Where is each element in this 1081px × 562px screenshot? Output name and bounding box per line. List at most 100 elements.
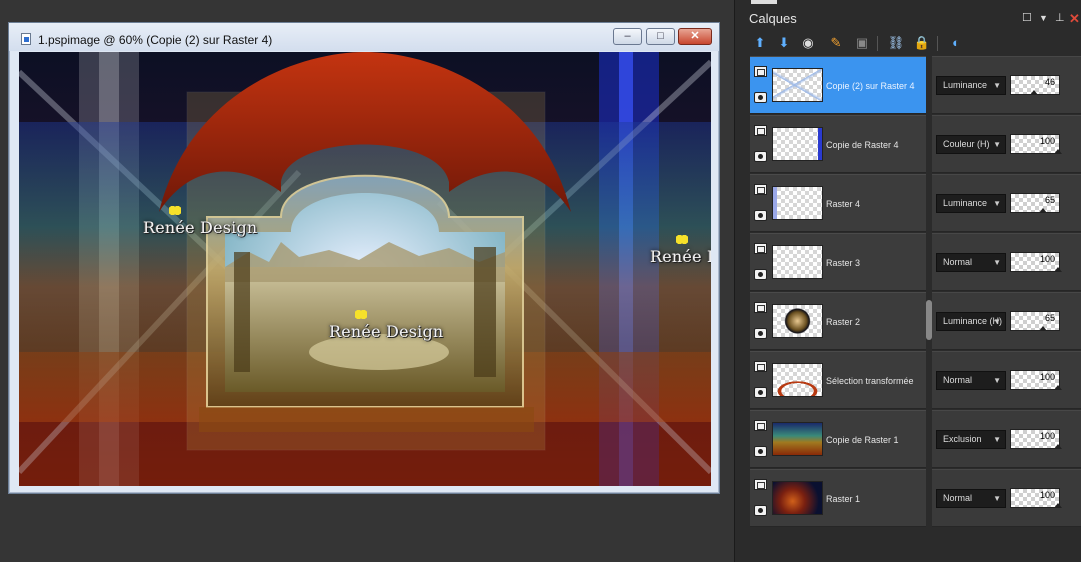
layers-panel: Calques ☐ ▼ ⊥ ✕ ⬆ ⬇ ◉ ✎ ▣ ⛓ 🔒 ◐ Copie (2…: [734, 0, 1081, 562]
opacity-value: 100: [1039, 431, 1055, 441]
eye-icon[interactable]: [754, 269, 767, 280]
watermark-text: Renée Design: [143, 218, 258, 237]
blend-mode-value: Luminance: [943, 80, 988, 90]
layer-info[interactable]: Raster 1: [750, 469, 926, 527]
opacity-marker[interactable]: [1054, 503, 1062, 508]
layer-group-icon[interactable]: [754, 66, 767, 77]
new-raster-layer-icon[interactable]: ⬆: [751, 34, 769, 52]
opacity-value: 100: [1039, 490, 1055, 500]
eye-icon[interactable]: [754, 151, 767, 162]
layer-name[interactable]: Raster 2: [826, 317, 860, 327]
opacity-slider[interactable]: 100: [1010, 252, 1062, 272]
layer-row[interactable]: Raster 4 Luminance ▼ 65: [750, 174, 1081, 232]
layer-info[interactable]: Copie de Raster 4: [750, 115, 926, 173]
eye-icon[interactable]: [754, 446, 767, 457]
eye-icon[interactable]: [754, 505, 767, 516]
eye-icon[interactable]: [754, 210, 767, 221]
opacity-marker[interactable]: [1054, 444, 1062, 449]
blend-mode-value: Luminance: [943, 198, 988, 208]
layer-group-icon[interactable]: [754, 479, 767, 490]
layer-thumbnail: [772, 422, 823, 456]
eye-icon[interactable]: [754, 328, 767, 339]
maximize-button[interactable]: □: [646, 28, 675, 45]
toolbar-separator: [937, 36, 938, 51]
link-icon[interactable]: ⛓: [887, 34, 905, 52]
layer-row[interactable]: Raster 3 Normal ▼ 100: [750, 233, 1081, 291]
layer-info[interactable]: Copie (2) sur Raster 4: [750, 56, 926, 114]
panel-close-icon[interactable]: ✕: [1069, 11, 1080, 27]
panel-menu-icon[interactable]: ▼: [1039, 13, 1048, 23]
blend-mode-dropdown[interactable]: Normal ▼: [936, 371, 1006, 390]
opacity-slider[interactable]: 65: [1010, 311, 1060, 331]
layer-name[interactable]: Raster 3: [826, 258, 860, 268]
layer-thumbnail: [772, 68, 823, 102]
layer-info[interactable]: Raster 4: [750, 174, 926, 232]
blend-mode-dropdown[interactable]: Luminance (H) ▼: [936, 312, 1006, 331]
image-canvas[interactable]: Renée Design Renée Design Renée Design: [19, 52, 711, 486]
opacity-slider[interactable]: 100: [1010, 134, 1062, 154]
layer-name[interactable]: Copie de Raster 4: [826, 140, 899, 150]
opacity-marker[interactable]: [1030, 90, 1038, 95]
blend-mode-dropdown[interactable]: Normal ▼: [936, 489, 1006, 508]
effects-icon[interactable]: ✎: [827, 34, 845, 52]
opacity-marker[interactable]: [1054, 149, 1062, 154]
opacity-value: 65: [1044, 313, 1055, 323]
opacity-slider[interactable]: 100: [1010, 488, 1062, 508]
document-title-bar[interactable]: 1.pspimage @ 60% (Copie (2) sur Raster 4…: [9, 23, 719, 51]
blend-mode-dropdown[interactable]: Luminance ▼: [936, 76, 1006, 95]
document-window: 1.pspimage @ 60% (Copie (2) sur Raster 4…: [8, 22, 720, 494]
panel-splitter-handle[interactable]: [926, 300, 932, 340]
delete-icon[interactable]: ▣: [853, 34, 871, 52]
layer-row[interactable]: Raster 2 Luminance (H) ▼ 65: [750, 292, 1081, 350]
panel-float-icon[interactable]: ☐: [1022, 11, 1032, 24]
opacity-marker[interactable]: [1039, 208, 1047, 213]
pin-icon[interactable]: ⊥: [1055, 11, 1065, 24]
layer-name[interactable]: Raster 4: [826, 199, 860, 209]
lock-icon[interactable]: 🔒: [913, 34, 931, 52]
eye-icon[interactable]: [754, 387, 767, 398]
eye-icon[interactable]: [754, 92, 767, 103]
blend-mode-dropdown[interactable]: Luminance ▼: [936, 194, 1006, 213]
layer-info[interactable]: Raster 3: [750, 233, 926, 291]
opacity-marker[interactable]: [1054, 267, 1062, 272]
layer-name[interactable]: Sélection transformée: [826, 376, 914, 386]
layer-row[interactable]: Copie de Raster 1 Exclusion ▼ 100: [750, 410, 1081, 468]
layers-list: Copie (2) sur Raster 4 Luminance ▼ 46 Cop…: [750, 56, 1081, 562]
blend-mode-value: Exclusion: [943, 434, 982, 444]
layer-info[interactable]: Raster 2: [750, 292, 926, 350]
watermark-left: Renée Design: [143, 205, 258, 237]
blend-mode-dropdown[interactable]: Normal ▼: [936, 253, 1006, 272]
new-mask-layer-icon[interactable]: ◉: [799, 34, 817, 52]
layer-group-icon[interactable]: [754, 125, 767, 136]
opacity-marker[interactable]: [1054, 385, 1062, 390]
layer-group-icon[interactable]: [754, 302, 767, 313]
chevron-down-icon: ▼: [993, 81, 1001, 90]
layer-group-icon[interactable]: [754, 243, 767, 254]
layer-info[interactable]: Sélection transformée: [750, 351, 926, 409]
opacity-slider[interactable]: 46: [1010, 75, 1060, 95]
close-button[interactable]: ✕: [678, 28, 712, 45]
layer-name[interactable]: Copie (2) sur Raster 4: [826, 81, 915, 91]
layer-group-icon[interactable]: [754, 184, 767, 195]
opacity-marker[interactable]: [1039, 326, 1047, 331]
opacity-slider[interactable]: 65: [1010, 193, 1060, 213]
visibility-icon[interactable]: ◐: [947, 34, 965, 52]
new-vector-layer-icon[interactable]: ⬇: [775, 34, 793, 52]
workspace-background: [0, 496, 733, 562]
layer-row[interactable]: Copie de Raster 4 Couleur (H) ▼ 100: [750, 115, 1081, 173]
layer-row[interactable]: Raster 1 Normal ▼ 100: [750, 469, 1081, 527]
blend-mode-dropdown[interactable]: Exclusion ▼: [936, 430, 1006, 449]
layer-thumbnail: [772, 127, 823, 161]
document-icon: [21, 33, 31, 45]
minimize-button[interactable]: –: [613, 28, 642, 45]
opacity-slider[interactable]: 100: [1010, 429, 1062, 449]
opacity-slider[interactable]: 100: [1010, 370, 1062, 390]
layer-row[interactable]: Sélection transformée Normal ▼ 100: [750, 351, 1081, 409]
layer-name[interactable]: Raster 1: [826, 494, 860, 504]
layer-info[interactable]: Copie de Raster 1: [750, 410, 926, 468]
layer-group-icon[interactable]: [754, 420, 767, 431]
layer-name[interactable]: Copie de Raster 1: [826, 435, 899, 445]
layer-row[interactable]: Copie (2) sur Raster 4 Luminance ▼ 46: [750, 56, 1081, 114]
blend-mode-dropdown[interactable]: Couleur (H) ▼: [936, 135, 1006, 154]
layer-group-icon[interactable]: [754, 361, 767, 372]
